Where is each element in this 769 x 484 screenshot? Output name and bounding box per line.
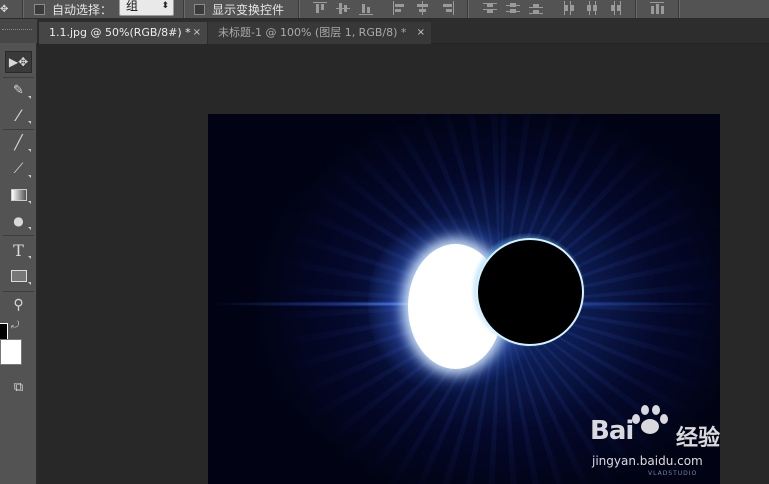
align-horizontal-centers-icon[interactable] xyxy=(415,1,429,15)
baidu-watermark: Bai 经验 jingyan.baidu.com xyxy=(590,400,769,484)
options-separator xyxy=(183,0,185,18)
align-right-edges-icon[interactable] xyxy=(440,1,454,15)
tools-separator xyxy=(3,77,34,78)
background-color-swatch[interactable] xyxy=(0,339,22,365)
paw-icon xyxy=(628,402,668,440)
move-arrows-icon[interactable]: ✥ xyxy=(0,0,8,18)
show-transform-checkbox[interactable] xyxy=(194,3,205,15)
quick-selection-icon: ✎ xyxy=(13,82,24,98)
align-vertical-centers-icon[interactable] xyxy=(336,1,350,15)
tab-label: 未标题-1 @ 100% (图层 1, RGB/8) * xyxy=(218,26,407,39)
document-tab-bar: 1.1.jpg @ 50%(RGB/8#) * × 未标题-1 @ 100% (… xyxy=(37,19,769,44)
distribute-top-edges-icon[interactable] xyxy=(483,1,497,15)
options-separator xyxy=(678,0,680,18)
options-bar: ✥ 自动选择： 组 ⬍ 显示变换控件 xyxy=(0,0,769,19)
auto-align-layers-icon[interactable] xyxy=(650,1,664,15)
align-top-edges-icon[interactable] xyxy=(313,1,327,15)
screen-mode-tool[interactable]: ⧉ xyxy=(5,376,32,398)
move-icon: ▶✥ xyxy=(8,55,29,69)
options-separator xyxy=(467,0,469,18)
watermark-site: jingyan.baidu.com xyxy=(592,454,703,468)
brush-icon: ╱ xyxy=(14,135,23,151)
eyedropper-icon: ⁄ xyxy=(17,105,20,125)
auto-select-target-value: 组 xyxy=(126,0,139,13)
auto-select-option[interactable]: 自动选择： xyxy=(34,0,112,18)
zoom-icon: ⚲ xyxy=(13,297,24,313)
tab-document-2[interactable]: 未标题-1 @ 100% (图层 1, RGB/8) * × xyxy=(208,22,431,44)
dropdown-arrows-icon: ⬍ xyxy=(161,1,169,11)
tab-label: 1.1.jpg @ 50%(RGB/8#) * xyxy=(49,26,191,39)
auto-select-label: 自动选择： xyxy=(52,2,113,17)
type-icon: T xyxy=(13,240,24,260)
tools-separator xyxy=(3,291,34,292)
brush-tool[interactable]: ╱ xyxy=(5,132,32,154)
screen-mode-icon: ⧉ xyxy=(13,379,24,395)
eclipse-moon xyxy=(476,238,584,346)
quick-selection-tool[interactable]: ✎ xyxy=(5,79,32,101)
tools-separator xyxy=(3,129,34,130)
close-icon[interactable]: × xyxy=(417,22,425,44)
gradient-tool[interactable] xyxy=(5,184,32,206)
tab-document-1[interactable]: 1.1.jpg @ 50%(RGB/8#) * × xyxy=(39,22,207,44)
swap-colors-icon[interactable]: ⤾ xyxy=(11,320,19,331)
distribute-vertical-centers-icon[interactable] xyxy=(506,1,520,15)
auto-select-target-dropdown[interactable]: 组 ⬍ xyxy=(119,0,174,16)
distribute-bottom-edges-icon[interactable] xyxy=(529,1,543,15)
options-separator xyxy=(22,0,24,18)
show-transform-option[interactable]: 显示变换控件 xyxy=(194,0,284,18)
distribute-horizontal-centers-icon[interactable] xyxy=(585,1,599,15)
align-left-edges-icon[interactable] xyxy=(392,1,406,15)
eyedropper-tool[interactable]: ⁄ xyxy=(5,104,32,126)
options-separator xyxy=(635,0,637,18)
rectangle-tool[interactable] xyxy=(5,265,32,287)
options-separator xyxy=(298,0,300,18)
close-icon[interactable]: × xyxy=(193,22,201,44)
history-brush-icon: ⟋ xyxy=(13,161,24,177)
dodge-icon: ● xyxy=(13,214,24,228)
zoom-tool[interactable]: ⚲ xyxy=(5,294,32,316)
auto-select-checkbox[interactable] xyxy=(34,3,45,15)
type-tool[interactable]: T xyxy=(5,239,32,261)
tools-panel-grip[interactable] xyxy=(0,19,37,43)
move-tool[interactable]: ▶✥ xyxy=(5,51,32,73)
align-bottom-edges-icon[interactable] xyxy=(359,1,373,15)
watermark-brand-cn: 经验 xyxy=(676,426,721,451)
gradient-icon xyxy=(10,189,27,201)
watermark-brand: Bai xyxy=(590,416,634,446)
distribute-left-edges-icon[interactable] xyxy=(562,1,576,15)
show-transform-label: 显示变换控件 xyxy=(212,2,285,17)
tools-panel: ▶✥ ✎ ⁄ ╱ ⟋ ● T ⚲ ⤾ ⧉ xyxy=(0,19,37,484)
dodge-tool[interactable]: ● xyxy=(5,210,32,232)
tools-separator xyxy=(3,235,34,236)
history-brush-tool[interactable]: ⟋ xyxy=(5,158,32,180)
rectangle-icon xyxy=(10,270,27,282)
distribute-right-edges-icon[interactable] xyxy=(608,1,622,15)
